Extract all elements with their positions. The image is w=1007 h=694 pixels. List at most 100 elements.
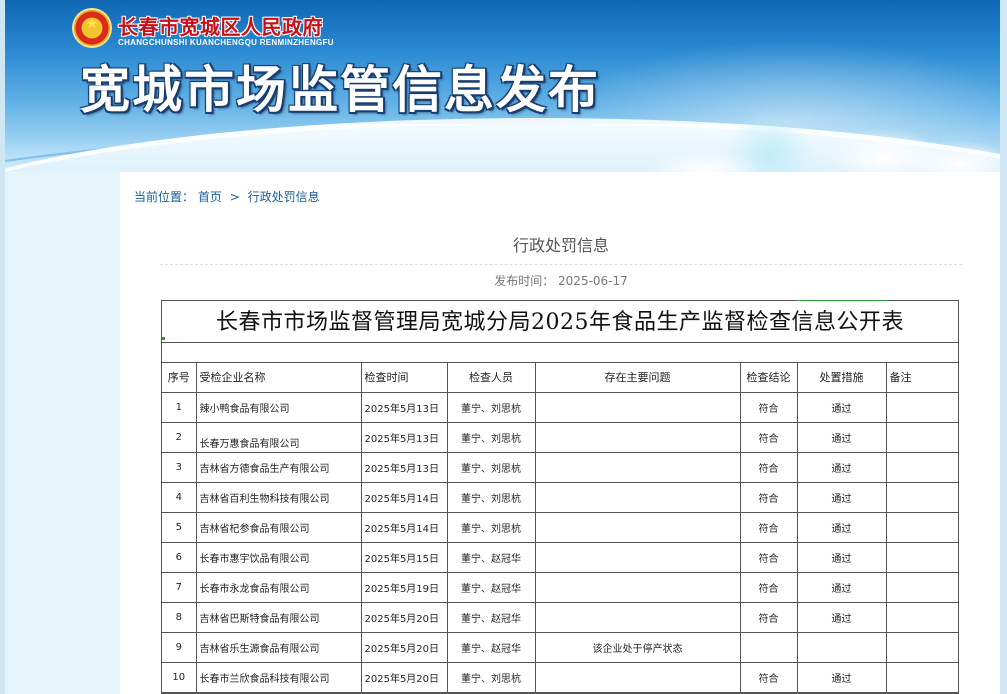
header-date: 检查时间	[361, 363, 448, 393]
table-spacer-row	[162, 343, 958, 363]
cell-company: 吉林省百利生物科技有限公司	[196, 482, 362, 513]
cell-problems	[535, 392, 741, 423]
breadcrumb: 当前位置： 首页 > 行政处罚信息	[134, 188, 320, 205]
table-row: 9 吉林省乐生源食品有限公司 2025年5月20日 董宁、赵冠华 该企业处于停产…	[162, 632, 959, 663]
cell-remarks	[886, 632, 959, 663]
breadcrumb-current-link[interactable]: 行政处罚信息	[248, 190, 320, 204]
cell-date: 2025年5月19日	[361, 572, 448, 603]
cell-company: 长春市惠宇饮品有限公司	[196, 542, 362, 573]
cell-remarks	[886, 542, 959, 573]
cell-no: 6	[162, 542, 197, 573]
cell-no: 5	[162, 512, 197, 543]
site-pinyin: CHANGCHUNSHI KUANCHENGQU RENMINZHENGFU	[118, 38, 334, 47]
cell-no: 2	[162, 422, 197, 453]
header-conclusion: 检查结论	[740, 363, 798, 393]
cell-measures: 通过	[797, 662, 887, 693]
cell-conclusion: 符合	[740, 662, 798, 693]
cell-date: 2025年5月14日	[361, 482, 448, 513]
article-title: 行政处罚信息	[512, 236, 609, 255]
table-header-row: 序号 受检企业名称 检查时间 检查人员 存在主要问题 检查结论 处置措施 备注	[162, 363, 959, 393]
breadcrumb-separator: >	[229, 190, 240, 204]
cell-company: 辣小鸭食品有限公司	[196, 392, 362, 423]
table-row: 2 长春万惠食品有限公司 2025年5月13日 董宁、刘思杭 符合 通过	[162, 422, 959, 453]
cell-conclusion: 符合	[740, 542, 798, 573]
table-row: 6 长春市惠宇饮品有限公司 2025年5月15日 董宁、赵冠华 符合 通过	[162, 542, 959, 573]
frame-right	[1000, 0, 1007, 694]
cell-remarks	[886, 482, 959, 513]
green-tick	[162, 337, 165, 340]
header-measures: 处置措施	[797, 363, 887, 393]
cell-inspectors: 董宁、赵冠华	[447, 572, 536, 603]
cell-inspectors: 董宁、刘思杭	[447, 422, 536, 453]
cell-no: 9	[162, 632, 197, 663]
cell-date: 2025年5月13日	[361, 392, 448, 423]
cell-conclusion: 符合	[740, 602, 798, 633]
cell-no: 1	[162, 392, 197, 423]
cell-no: 4	[162, 482, 197, 513]
cell-conclusion: 符合	[740, 422, 798, 453]
table-row: 1 辣小鸭食品有限公司 2025年5月13日 董宁、刘思杭 符合 通过	[162, 392, 959, 423]
header-company: 受检企业名称	[196, 363, 362, 393]
cell-remarks	[886, 662, 959, 693]
cell-company: 吉林省方德食品生产有限公司	[196, 452, 362, 483]
cell-remarks	[886, 452, 959, 483]
table-row: 8 吉林省巴斯特食品有限公司 2025年5月20日 董宁、赵冠华 符合 通过	[162, 602, 959, 633]
table-row: 7 长春市永龙食品有限公司 2025年5月19日 董宁、赵冠华 符合 通过	[162, 572, 959, 603]
cell-problems	[535, 482, 741, 513]
cell-inspectors: 董宁、赵冠华	[447, 602, 536, 633]
cell-date: 2025年5月13日	[361, 452, 448, 483]
cell-measures: 通过	[797, 422, 887, 453]
cell-inspectors: 董宁、刘思杭	[447, 512, 536, 543]
cell-date: 2025年5月20日	[361, 662, 448, 693]
cell-date: 2025年5月14日	[361, 512, 448, 543]
cell-conclusion: 符合	[740, 572, 798, 603]
breadcrumb-home-link[interactable]: 首页	[198, 190, 222, 204]
cell-company: 长春万惠食品有限公司	[196, 422, 362, 453]
cell-problems	[535, 662, 741, 693]
left-sidebar	[5, 172, 120, 694]
cell-problems	[535, 452, 741, 483]
title-divider	[160, 264, 962, 265]
cell-measures	[797, 632, 887, 663]
cell-inspectors: 董宁、赵冠华	[447, 542, 536, 573]
cell-company: 吉林省巴斯特食品有限公司	[196, 602, 362, 633]
cell-measures: 通过	[797, 572, 887, 603]
cell-problems	[535, 602, 741, 633]
cell-remarks	[886, 512, 959, 543]
cell-date: 2025年5月20日	[361, 602, 448, 633]
cell-measures: 通过	[797, 392, 887, 423]
cell-conclusion: 符合	[740, 392, 798, 423]
cell-problems	[535, 512, 741, 543]
table-row: 5 吉林省杞参食品有限公司 2025年5月14日 董宁、刘思杭 符合 通过	[162, 512, 959, 543]
cell-measures: 通过	[797, 602, 887, 633]
cell-remarks	[886, 392, 959, 423]
cell-problems	[535, 572, 741, 603]
cell-inspectors: 董宁、赵冠华	[447, 632, 536, 663]
cell-measures: 通过	[797, 512, 887, 543]
national-emblem-icon: ★	[74, 10, 110, 46]
table-grid: 序号 受检企业名称 检查时间 检查人员 存在主要问题 检查结论 处置措施 备注 …	[162, 363, 959, 693]
cell-inspectors: 董宁、刘思杭	[447, 482, 536, 513]
cell-no: 10	[162, 662, 197, 693]
star-icon: ★	[85, 16, 99, 32]
cell-no: 7	[162, 572, 197, 603]
cell-remarks	[886, 422, 959, 453]
cell-measures: 通过	[797, 482, 887, 513]
cell-conclusion: 符合	[740, 512, 798, 543]
breadcrumb-prefix: 当前位置：	[134, 190, 195, 204]
cell-date: 2025年5月13日	[361, 422, 448, 453]
table-row: 10 长春市兰欣食品科技有限公司 2025年5月20日 董宁、刘思杭 符合 通过	[162, 662, 959, 693]
cell-company: 长春市永龙食品有限公司	[196, 572, 362, 603]
cell-inspectors: 董宁、刘思杭	[447, 662, 536, 693]
cell-measures: 通过	[797, 452, 887, 483]
publish-time: 发布时间： 2025-06-17	[494, 274, 628, 288]
cell-remarks	[886, 572, 959, 603]
green-mark	[797, 300, 887, 301]
table-row: 4 吉林省百利生物科技有限公司 2025年5月14日 董宁、刘思杭 符合 通过	[162, 482, 959, 513]
cell-inspectors: 董宁、刘思杭	[447, 452, 536, 483]
site-name[interactable]: 长春市宽城区人民政府	[118, 11, 323, 40]
header-remarks: 备注	[886, 363, 959, 393]
cell-company: 吉林省杞参食品有限公司	[196, 512, 362, 543]
cell-date: 2025年5月20日	[361, 632, 448, 663]
cell-inspectors: 董宁、刘思杭	[447, 392, 536, 423]
